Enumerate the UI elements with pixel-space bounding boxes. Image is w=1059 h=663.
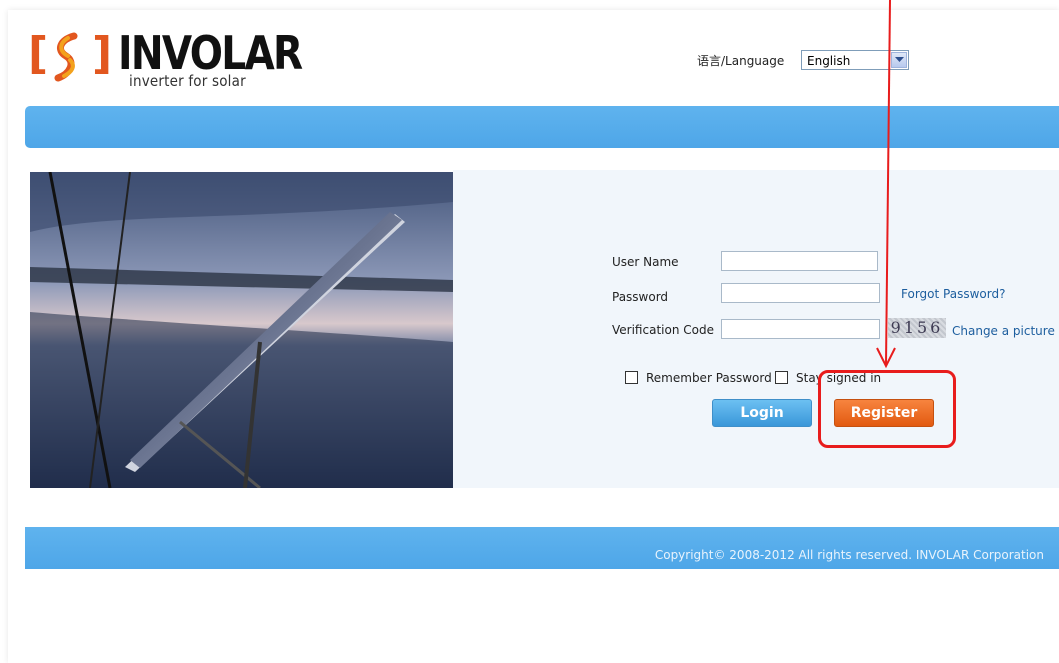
header-bar: [25, 106, 1059, 148]
forgot-password-link[interactable]: Forgot Password?: [901, 287, 1005, 301]
change-picture-link[interactable]: Change a picture: [952, 324, 1055, 338]
footer-bar: Copyright© 2008-2012 All rights reserved…: [25, 527, 1059, 569]
copyright-text: Copyright© 2008-2012 All rights reserved…: [654, 548, 1044, 562]
remember-password-checkbox[interactable]: [625, 371, 638, 384]
annotation-arrow-icon: [876, 0, 896, 369]
logo-brand-name: INVOLAR: [118, 26, 303, 80]
login-button[interactable]: Login: [712, 399, 812, 427]
stay-signed-in-checkbox[interactable]: [775, 371, 788, 384]
logo-bracket-right: ]: [92, 28, 113, 79]
solar-panel-photo: [30, 172, 453, 488]
swirl-logo-icon: [54, 32, 78, 82]
verification-code-label: Verification Code: [612, 323, 714, 337]
language-selected-value: English: [807, 54, 851, 68]
remember-password-label: Remember Password: [646, 371, 772, 385]
logo-tagline: inverter for solar: [129, 72, 246, 90]
verification-code-input[interactable]: [721, 319, 880, 339]
language-label: 语言/Language: [697, 54, 785, 68]
password-input[interactable]: [721, 283, 880, 303]
involar-logo[interactable]: [ ] INVOLAR inverter for solar: [28, 28, 303, 90]
password-label: Password: [612, 290, 669, 304]
username-input[interactable]: [721, 251, 878, 271]
username-label: User Name: [612, 255, 679, 269]
annotation-highlight-box: [818, 370, 956, 448]
